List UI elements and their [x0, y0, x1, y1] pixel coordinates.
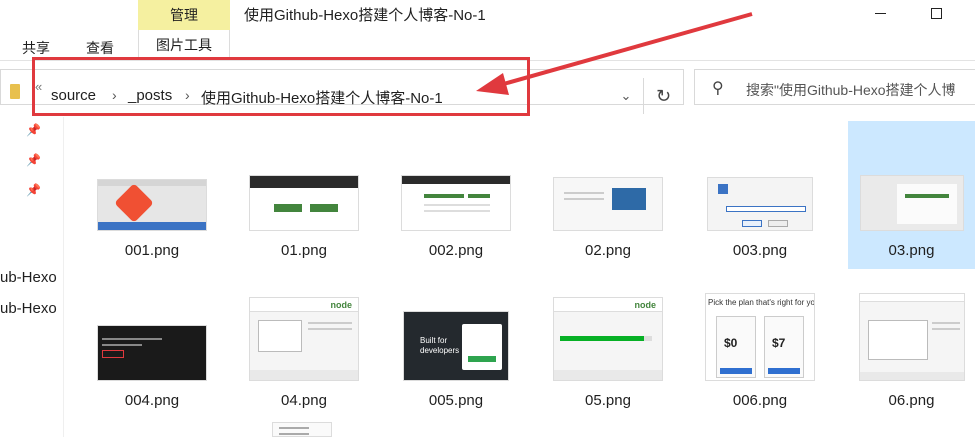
file-name: 004.png — [124, 392, 180, 409]
file-name: 01.png — [281, 242, 327, 259]
search-icon: ⚲ — [712, 80, 724, 97]
file-item[interactable]: node 05.png — [544, 271, 672, 419]
tab-manage[interactable]: 管理 — [138, 0, 230, 30]
file-thumbnail — [97, 325, 207, 381]
file-thumbnail — [858, 293, 965, 381]
file-item[interactable]: node 04.png — [240, 271, 368, 419]
file-name: 03.png — [888, 242, 935, 259]
file-name: 06.png — [888, 392, 935, 409]
window-title: 使用Github-Hexo搭建个人博客-No-1 — [244, 7, 486, 24]
nav-item-folder[interactable]: ub-Hexo — [0, 300, 64, 317]
thumb-caption: Built for developers — [420, 336, 460, 355]
nav-item-folder[interactable]: ub-Hexo — [0, 269, 64, 286]
breadcrumb-current-folder[interactable]: 使用Github-Hexo搭建个人博客-No-1 — [201, 87, 443, 108]
file-item[interactable]: 03.png — [848, 121, 975, 269]
address-history-button[interactable]: ⌄ — [611, 78, 641, 114]
file-name: 003.png — [732, 242, 788, 259]
refresh-button[interactable]: ↻ — [643, 78, 683, 114]
file-item[interactable]: 004.png — [88, 271, 216, 419]
minimize-button[interactable] — [857, 0, 903, 26]
file-name: 002.png — [428, 242, 484, 259]
file-thumbnail[interactable] — [272, 422, 332, 437]
search-input[interactable]: ⚲ 搜索"使用Github-Hexo搭建个人博 — [694, 69, 975, 105]
node-logo: node — [634, 300, 657, 310]
breadcrumb-source[interactable]: source — [51, 87, 96, 104]
file-thumbnail — [553, 177, 663, 231]
chevron-down-icon: ⌄ — [620, 88, 632, 103]
file-item[interactable]: Built for developers 005.png — [392, 271, 520, 419]
file-name: 02.png — [585, 242, 631, 259]
file-name: 005.png — [428, 392, 484, 409]
overflow-chevron-icon[interactable]: « — [35, 79, 42, 94]
chevron-right-icon[interactable]: › — [112, 87, 117, 103]
minimize-icon — [874, 12, 886, 14]
address-bar[interactable]: « source › _posts › 使用Github-Hexo搭建个人博客-… — [0, 69, 684, 114]
file-thumbnail — [97, 179, 207, 231]
file-thumbnail — [401, 175, 511, 231]
file-name: 04.png — [281, 392, 327, 409]
navigation-bar: « source › _posts › 使用Github-Hexo搭建个人博客-… — [0, 61, 975, 117]
file-thumbnail: node — [553, 297, 663, 381]
file-item[interactable]: Pick the plan that's right for you $0 $7… — [696, 271, 824, 419]
tab-view[interactable]: 查看 — [86, 38, 114, 58]
file-item[interactable]: 02.png — [544, 121, 672, 269]
tab-share[interactable]: 共享 — [22, 38, 50, 58]
file-item[interactable]: 002.png — [392, 121, 520, 269]
file-thumbnail — [249, 175, 359, 231]
pin-icon[interactable]: 📌 — [26, 153, 41, 167]
file-item[interactable]: 06.png — [848, 271, 975, 419]
price-pro: $7 — [772, 336, 786, 350]
file-item[interactable]: 003.png — [696, 121, 824, 269]
file-name: 001.png — [124, 242, 180, 259]
search-placeholder: 搜索"使用Github-Hexo搭建个人博 — [746, 82, 956, 98]
navigation-pane: 📌 📌 📌 ub-Hexo ub-Hexo — [0, 117, 64, 437]
folder-icon — [10, 84, 20, 99]
chevron-right-icon[interactable]: › — [185, 87, 190, 103]
file-thumbnail: Built for developers — [403, 311, 509, 381]
file-name: 006.png — [732, 392, 788, 409]
file-list: 001.png 01.png 002.png 02.png 003.png 03… — [64, 117, 975, 437]
maximize-icon — [930, 7, 942, 19]
pin-icon[interactable]: 📌 — [26, 123, 41, 137]
maximize-button[interactable] — [913, 0, 959, 26]
refresh-icon: ↻ — [655, 85, 672, 106]
file-thumbnail — [707, 177, 813, 231]
ribbon-tabs: 共享 查看 图片工具 — [0, 30, 975, 60]
file-thumbnail: node — [249, 297, 359, 381]
file-name: 05.png — [585, 392, 631, 409]
file-item[interactable]: 001.png — [88, 121, 216, 269]
tab-picture-tools[interactable]: 图片工具 — [138, 30, 230, 60]
thumb-caption: Pick the plan that's right for you — [708, 298, 815, 307]
pin-icon[interactable]: 📌 — [26, 183, 41, 197]
file-thumbnail — [859, 175, 964, 231]
title-bar: 管理 使用Github-Hexo搭建个人博客-No-1 — [0, 0, 975, 30]
price-free: $0 — [724, 336, 738, 350]
node-logo: node — [330, 300, 353, 310]
file-thumbnail: Pick the plan that's right for you $0 $7 — [705, 293, 815, 381]
file-item[interactable]: 01.png — [240, 121, 368, 269]
breadcrumb-posts[interactable]: _posts — [128, 87, 172, 104]
